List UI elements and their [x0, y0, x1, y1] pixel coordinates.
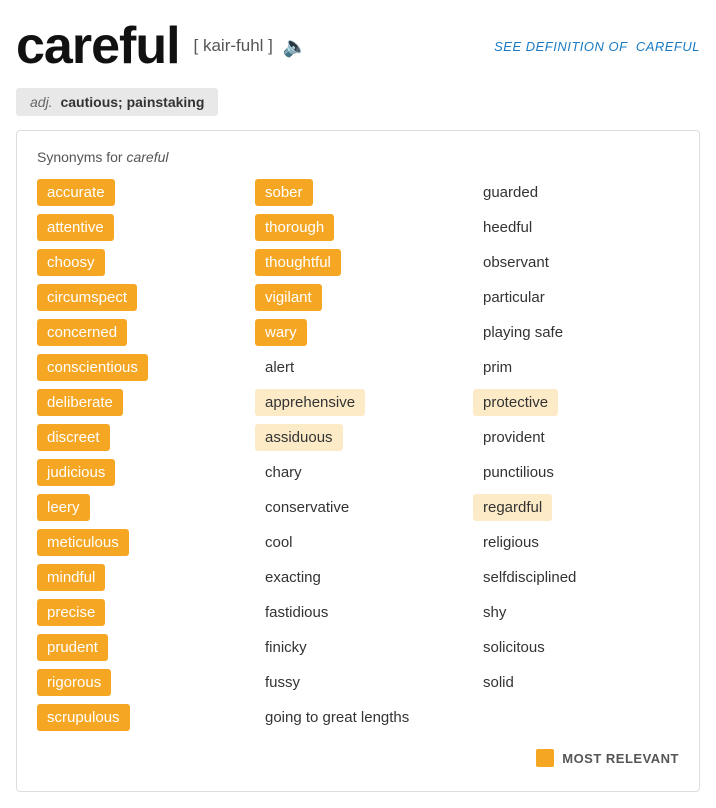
pos-bar: adj. cautious; painstaking [16, 88, 218, 116]
synonym-tag[interactable]: scrupulous [37, 704, 130, 731]
synonym-tag[interactable]: rigorous [37, 669, 111, 696]
synonym-tag[interactable]: assiduous [255, 424, 343, 451]
page-header: careful [ kair-fuhl ] 🔈 SEE DEFINITION O… [16, 16, 700, 76]
see-definition-word: careful [636, 39, 700, 54]
synonym-tag[interactable]: prim [473, 354, 522, 381]
synonym-tag[interactable]: circumspect [37, 284, 137, 311]
see-definition-link[interactable]: SEE DEFINITION OF careful [494, 39, 700, 54]
synonym-tag[interactable]: meticulous [37, 529, 129, 556]
synonym-tag[interactable]: thorough [255, 214, 334, 241]
synonym-tag[interactable]: judicious [37, 459, 115, 486]
synonym-tag[interactable]: chary [255, 459, 312, 486]
synonym-tag[interactable]: heedful [473, 214, 542, 241]
synonym-tag[interactable]: precise [37, 599, 105, 626]
legend-color-box [536, 749, 554, 767]
legend-label: MOST RELEVANT [562, 751, 679, 766]
synonym-tag[interactable]: deliberate [37, 389, 123, 416]
legend: MOST RELEVANT [37, 749, 679, 767]
synonym-tag[interactable]: cool [255, 529, 303, 556]
synonym-tag[interactable]: selfdisciplined [473, 564, 586, 591]
word-title: careful [16, 16, 180, 76]
synonym-tag[interactable]: finicky [255, 634, 317, 661]
synonym-tag[interactable]: sober [255, 179, 313, 206]
synonym-tag[interactable]: fussy [255, 669, 310, 696]
synonym-tag[interactable]: vigilant [255, 284, 322, 311]
synonym-tag[interactable]: thoughtful [255, 249, 341, 276]
synonym-tag[interactable]: conscientious [37, 354, 148, 381]
header-left: careful [ kair-fuhl ] 🔈 [16, 16, 308, 76]
synonyms-card: Synonyms for careful accurate attentive ch… [16, 130, 700, 792]
synonym-tag[interactable]: alert [255, 354, 304, 381]
synonyms-col-0: accurate attentive choosy circumspect concer… [37, 179, 243, 731]
synonym-tag[interactable]: discreet [37, 424, 110, 451]
synonym-tag[interactable]: protective [473, 389, 558, 416]
synonym-tag[interactable]: observant [473, 249, 559, 276]
synonym-tag[interactable]: playing safe [473, 319, 573, 346]
see-definition-prefix: SEE DEFINITION OF [494, 39, 627, 54]
synonyms-label-word: careful [126, 149, 168, 165]
synonyms-col-2: guarded heedful observant particular playing… [473, 179, 679, 696]
synonym-tag[interactable]: apprehensive [255, 389, 365, 416]
synonym-tag[interactable]: prudent [37, 634, 108, 661]
synonym-tag[interactable]: regardful [473, 494, 552, 521]
synonym-tag[interactable]: fastidious [255, 599, 338, 626]
synonym-tag[interactable]: provident [473, 424, 555, 451]
synonym-tag[interactable]: mindful [37, 564, 105, 591]
synonym-tag[interactable]: particular [473, 284, 555, 311]
synonym-tag[interactable]: guarded [473, 179, 548, 206]
synonym-tag[interactable]: solicitous [473, 634, 555, 661]
pos-label: adj. [30, 94, 53, 110]
synonym-tag[interactable]: leery [37, 494, 90, 521]
speaker-icon[interactable]: 🔈 [283, 34, 308, 59]
pos-definition: cautious; painstaking [60, 94, 204, 110]
synonym-tag[interactable]: solid [473, 669, 524, 696]
synonym-tag[interactable]: accurate [37, 179, 115, 206]
synonyms-grid: accurate attentive choosy circumspect concer… [37, 179, 679, 731]
synonyms-label-prefix: Synonyms for [37, 149, 123, 165]
synonyms-label: Synonyms for careful [37, 149, 679, 165]
synonym-tag[interactable]: going to great lengths [255, 704, 419, 731]
synonym-tag[interactable]: wary [255, 319, 307, 346]
synonym-tag[interactable]: punctilious [473, 459, 564, 486]
synonym-tag[interactable]: concerned [37, 319, 127, 346]
synonym-tag[interactable]: shy [473, 599, 516, 626]
synonym-tag[interactable]: conservative [255, 494, 359, 521]
pronunciation: [ kair-fuhl ] [194, 36, 273, 56]
synonyms-col-1: sober thorough thoughtful vigilant wary alert… [255, 179, 461, 731]
synonym-tag[interactable]: religious [473, 529, 549, 556]
synonym-tag[interactable]: choosy [37, 249, 105, 276]
synonym-tag[interactable]: exacting [255, 564, 331, 591]
synonym-tag[interactable]: attentive [37, 214, 114, 241]
